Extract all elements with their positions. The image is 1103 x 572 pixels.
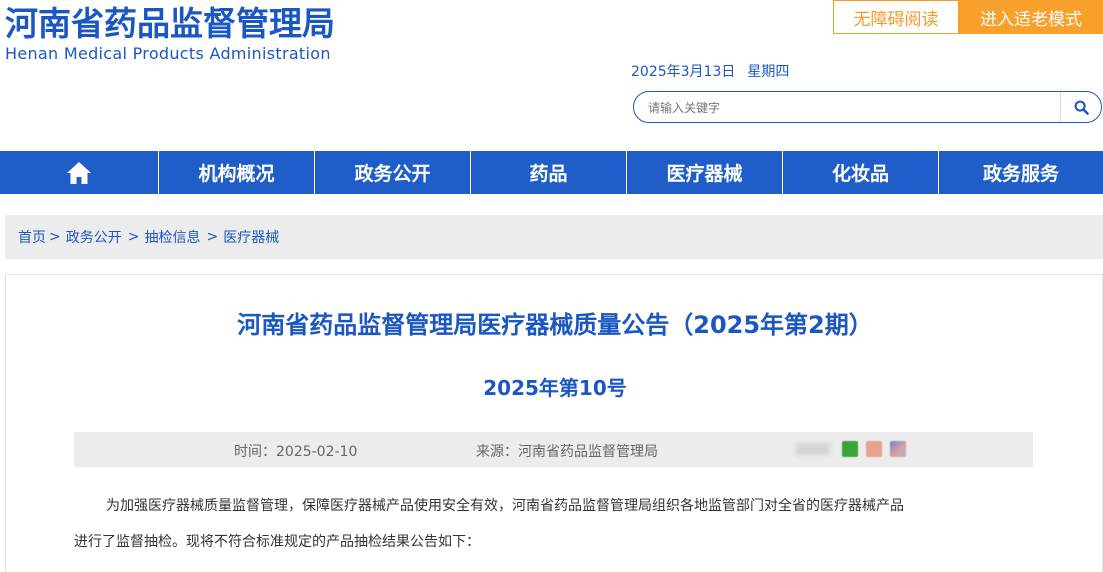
article-meta-bar: 时间：2025-02-10 来源：河南省药品监督管理局 bbox=[74, 432, 1033, 467]
article-paragraph-line-1: 为加强医疗器械质量监督管理，保障医疗器械产品使用安全有效，河南省药品监督管理局组… bbox=[106, 498, 904, 514]
accessible-reading-button[interactable]: 无障碍阅读 bbox=[833, 0, 959, 34]
nav-item-drugs[interactable]: 药品 bbox=[471, 151, 627, 194]
nav-item-cosmetics[interactable]: 化妆品 bbox=[783, 151, 939, 194]
breadcrumb-medical-devices[interactable]: 医疗器械 bbox=[223, 227, 279, 247]
main-nav: 机构概况 政务公开 药品 医疗器械 化妆品 政务服务 bbox=[0, 151, 1103, 194]
breadcrumb-home[interactable]: 首页 bbox=[18, 227, 46, 247]
elder-mode-button[interactable]: 进入适老模式 bbox=[959, 0, 1103, 34]
nav-item-medical-devices[interactable]: 医疗器械 bbox=[627, 151, 783, 194]
nav-item-government-services[interactable]: 政务服务 bbox=[939, 151, 1103, 194]
breadcrumb-government-affairs[interactable]: 政务公开 bbox=[66, 227, 122, 247]
site-logo[interactable]: 河南省药品监督管理局 Henan Medical Products Admini… bbox=[5, 4, 335, 64]
breadcrumb: 首页 > 政务公开 > 抽检信息 > 医疗器械 bbox=[5, 215, 1103, 259]
home-icon bbox=[67, 161, 91, 184]
logo-english-title: Henan Medical Products Administration bbox=[5, 44, 331, 63]
breadcrumb-separator: > bbox=[49, 229, 61, 245]
share-bar bbox=[796, 441, 914, 457]
search-input[interactable] bbox=[648, 98, 1048, 118]
breadcrumb-inspection-info[interactable]: 抽检信息 bbox=[144, 227, 200, 247]
share-label-blurred bbox=[796, 443, 830, 455]
search-box bbox=[633, 91, 1102, 123]
article-number: 2025年第10号 bbox=[483, 376, 627, 400]
logo-chinese-title: 河南省药品监督管理局 bbox=[5, 4, 335, 43]
nav-item-organization[interactable]: 机构概况 bbox=[159, 151, 315, 194]
current-date: 2025年3月13日 星期四 bbox=[631, 61, 789, 81]
weekday-text: 星期四 bbox=[747, 64, 790, 80]
breadcrumb-separator: > bbox=[206, 229, 219, 245]
search-icon bbox=[1074, 100, 1089, 115]
weibo-icon[interactable] bbox=[866, 441, 882, 457]
wechat-icon[interactable] bbox=[842, 441, 858, 457]
article-card: 河南省药品监督管理局医疗器械质量公告（2025年第2期） 2025年第10号 时… bbox=[5, 274, 1103, 572]
search-button[interactable] bbox=[1060, 92, 1101, 122]
article-title: 河南省药品监督管理局医疗器械质量公告（2025年第2期） bbox=[237, 311, 873, 339]
article-paragraph-line-2: 进行了监督抽检。现将不符合标准规定的产品抽检结果公告如下： bbox=[74, 534, 480, 550]
breadcrumb-separator: > bbox=[127, 229, 140, 245]
publish-time: 时间：2025-02-10 bbox=[234, 444, 358, 460]
date-text: 2025年3月13日 bbox=[631, 64, 736, 80]
qq-icon[interactable] bbox=[890, 441, 906, 457]
article-source: 来源：河南省药品监督管理局 bbox=[476, 444, 658, 460]
nav-item-government-affairs[interactable]: 政务公开 bbox=[315, 151, 471, 194]
nav-home[interactable] bbox=[0, 151, 159, 194]
